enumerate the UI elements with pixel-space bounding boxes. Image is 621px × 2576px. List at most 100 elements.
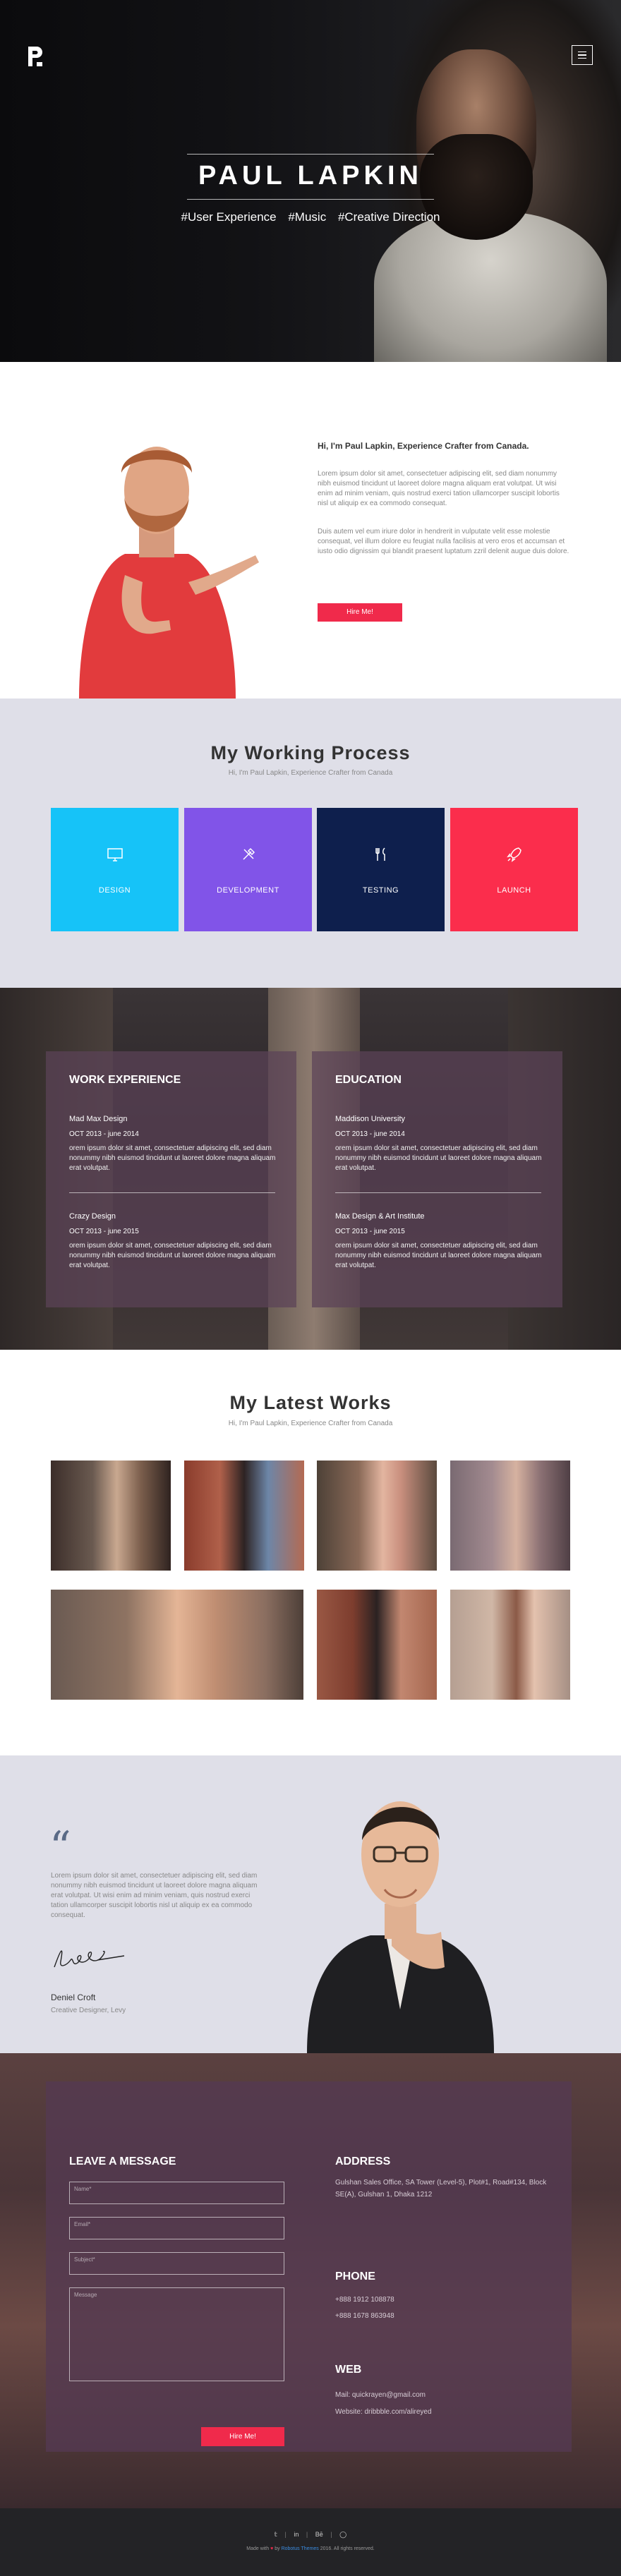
contact-section: LEAVE A MESSAGE Name* Email* Subject* Me… [0, 2053, 621, 2508]
contact-form-title: LEAVE A MESSAGE [69, 2155, 176, 2167]
instagram-icon[interactable]: ◯ [339, 2531, 346, 2538]
logo-icon[interactable] [27, 45, 44, 68]
hero-tag: #Music [288, 210, 327, 224]
process-tile-development[interactable]: DEVELOPMENT [184, 808, 312, 931]
brand-link[interactable]: Robotus Themes [282, 2546, 319, 2551]
portfolio-thumbnail[interactable] [317, 1461, 437, 1571]
testimonial-name: Deniel Croft [51, 1993, 96, 2002]
process-tile-label: DESIGN [98, 886, 131, 895]
copyright: Made with ♥ by Robotus Themes 2016. All … [0, 2546, 621, 2551]
copyright-made: Made with [246, 2546, 270, 2551]
quote-icon: “ [49, 1822, 71, 1872]
process-tile-design[interactable]: DESIGN [51, 808, 179, 931]
education-item: Maddison University OCT 2013 - june 2014… [335, 1115, 547, 1173]
name-field[interactable]: Name* [69, 2182, 284, 2204]
education-item-text: orem ipsum dolor sit amet, consectetuer … [335, 1144, 542, 1172]
portfolio-thumbnail[interactable] [450, 1461, 570, 1571]
process-tile-launch[interactable]: LAUNCH [450, 808, 578, 931]
portfolio-thumbnail[interactable] [51, 1590, 303, 1700]
signature-icon [54, 1950, 125, 1968]
divider [187, 199, 434, 200]
hero-title: PAUL LAPKIN [198, 161, 423, 191]
work-experience-title: WORK EXPERIENCE [69, 1074, 181, 1086]
section-subtitle: Hi, I'm Paul Lapkin, Experience Crafter … [228, 769, 393, 777]
work-item-text: orem ipsum dolor sit amet, consectetuer … [69, 1144, 276, 1172]
about-photo [79, 447, 259, 699]
rocket-icon [506, 847, 521, 862]
process-tile-label: DEVELOPMENT [217, 886, 279, 895]
footer: 𝕥 | in | Bē | ◯ Made with ♥ by Robotus T… [0, 2508, 621, 2576]
utensils-icon [375, 847, 385, 861]
education-item-text: orem ipsum dolor sit amet, consectetuer … [335, 1242, 542, 1269]
phone-number: +888 1912 108878 [335, 2296, 394, 2304]
testimonial-text: Lorem ipsum dolor sit amet, consectetuer… [51, 1872, 258, 1919]
testimonial-photo [307, 1801, 494, 2053]
phone-number: +888 1678 863948 [335, 2312, 394, 2320]
social-links: 𝕥 | in | Bē | ◯ [0, 2531, 621, 2539]
divider [335, 1192, 541, 1193]
section-title: My Latest Works [229, 1392, 392, 1413]
work-item: Mad Max Design OCT 2013 - june 2014 orem… [69, 1115, 281, 1173]
divider: | [330, 2531, 332, 2538]
process-section: My Working Process Hi, I'm Paul Lapkin, … [0, 699, 621, 988]
portfolio-thumbnail[interactable] [317, 1590, 437, 1700]
hero-tag: #User Experience [181, 210, 277, 224]
portfolio-thumbnail[interactable] [51, 1461, 171, 1571]
monitor-icon [107, 848, 123, 861]
behance-icon[interactable]: Bē [315, 2531, 323, 2538]
send-button[interactable]: Hire Me! [201, 2427, 284, 2446]
about-heading: Hi, I'm Paul Lapkin, Experience Crafter … [318, 441, 529, 451]
divider: | [284, 2531, 287, 2538]
education-item-title: Maddison University [335, 1115, 406, 1123]
address-title: ADDRESS [335, 2155, 391, 2167]
contact-panel: LEAVE A MESSAGE Name* Email* Subject* Me… [46, 2081, 572, 2452]
twitter-icon[interactable]: 𝕥 [275, 2531, 277, 2538]
heart-icon: ♥ [270, 2546, 274, 2551]
copyright-by: by [275, 2546, 280, 2551]
work-item-title: Mad Max Design [69, 1115, 128, 1123]
process-tile-label: LAUNCH [497, 886, 531, 895]
work-item-dates: OCT 2013 - june 2015 [69, 1228, 139, 1235]
about-paragraph: Duis autem vel eum iriure dolor in hendr… [318, 528, 569, 555]
work-experience-panel: WORK EXPERIENCE Mad Max Design OCT 2013 … [46, 1051, 296, 1307]
hire-me-button[interactable]: Hire Me! [318, 603, 402, 622]
hero-tags: #User Experience #Music #Creative Direct… [0, 210, 621, 224]
mail-link[interactable]: Mail: quickrayen@gmail.com [335, 2389, 426, 2401]
work-item: Crazy Design OCT 2013 - june 2015 orem i… [69, 1212, 281, 1271]
process-tile-testing[interactable]: TESTING [317, 808, 445, 931]
web-title: WEB [335, 2364, 362, 2376]
process-tile-label: TESTING [362, 886, 399, 895]
page: PAUL LAPKIN #User Experience #Music #Cre… [0, 0, 621, 2576]
hero-section: PAUL LAPKIN #User Experience #Music #Cre… [0, 0, 621, 362]
work-item-text: orem ipsum dolor sit amet, consectetuer … [69, 1242, 276, 1269]
section-title: My Working Process [210, 742, 411, 763]
email-field[interactable]: Email* [69, 2217, 284, 2239]
work-item-title: Crazy Design [69, 1212, 116, 1221]
about-section: Hi, I'm Paul Lapkin, Experience Crafter … [0, 362, 621, 699]
subject-field[interactable]: Subject* [69, 2252, 284, 2275]
message-field[interactable]: Message [69, 2287, 284, 2381]
experience-section: WORK EXPERIENCE Mad Max Design OCT 2013 … [0, 988, 621, 1350]
section-subtitle: Hi, I'm Paul Lapkin, Experience Crafter … [228, 1420, 393, 1427]
education-item-title: Max Design & Art Institute [335, 1212, 425, 1221]
portfolio-thumbnail[interactable] [450, 1590, 570, 1700]
portfolio-thumbnail[interactable] [184, 1461, 304, 1571]
about-paragraph: Lorem ipsum dolor sit amet, consectetuer… [318, 470, 560, 507]
testimonial-role: Creative Designer, Levy [51, 2007, 126, 2014]
tools-icon [242, 847, 255, 860]
works-section: My Latest Works Hi, I'm Paul Lapkin, Exp… [0, 1350, 621, 1755]
linkedin-icon[interactable]: in [294, 2531, 299, 2538]
divider [69, 1192, 275, 1193]
work-item-dates: OCT 2013 - june 2014 [69, 1130, 139, 1138]
education-item-dates: OCT 2013 - june 2015 [335, 1228, 405, 1235]
menu-icon[interactable] [572, 45, 593, 65]
education-item-dates: OCT 2013 - june 2014 [335, 1130, 405, 1138]
education-panel: EDUCATION Maddison University OCT 2013 -… [312, 1051, 562, 1307]
education-title: EDUCATION [335, 1074, 402, 1086]
divider [187, 154, 434, 155]
phone-title: PHONE [335, 2270, 375, 2282]
copyright-rights: 2016. All rights reserved. [320, 2546, 375, 2551]
website-link[interactable]: Website: dribbble.com/alireyed [335, 2406, 432, 2418]
testimonial-section: “ Lorem ipsum dolor sit amet, consectetu… [0, 1755, 621, 2053]
address-text: Gulshan Sales Office, SA Tower (Level-5)… [335, 2179, 547, 2199]
